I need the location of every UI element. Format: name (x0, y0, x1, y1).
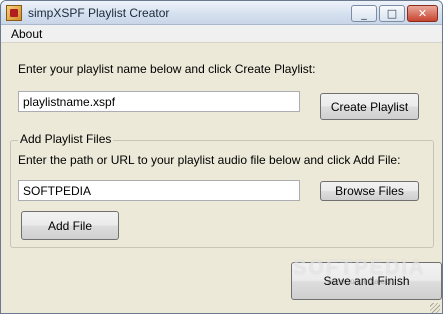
playlist-name-input[interactable] (18, 91, 300, 112)
window-title: simpXSPF Playlist Creator (28, 6, 170, 20)
add-file-button[interactable]: Add File (21, 211, 119, 240)
close-button[interactable]: ✕ (407, 5, 438, 22)
main-panel: Enter your playlist name below and click… (1, 43, 442, 313)
app-window: simpXSPF Playlist Creator _ □ ✕ About En… (0, 0, 443, 314)
menu-item-about[interactable]: About (11, 27, 42, 41)
playlist-instruction: Enter your playlist name below and click… (18, 62, 316, 76)
softpedia-watermark-url: www.softpedia.com (327, 277, 396, 286)
minimize-button[interactable]: _ (351, 5, 377, 22)
files-instruction: Enter the path or URL to your playlist a… (18, 153, 401, 167)
create-playlist-button[interactable]: Create Playlist (320, 93, 419, 120)
maximize-button[interactable]: □ (379, 5, 405, 22)
app-icon (6, 5, 22, 21)
resize-grip-icon[interactable] (430, 303, 440, 313)
file-path-input[interactable] (18, 180, 300, 201)
menu-bar: About (1, 25, 442, 43)
title-bar[interactable]: simpXSPF Playlist Creator _ □ ✕ (1, 1, 442, 25)
add-files-group-title: Add Playlist Files (18, 132, 114, 146)
browse-files-button[interactable]: Browse Files (320, 181, 419, 201)
